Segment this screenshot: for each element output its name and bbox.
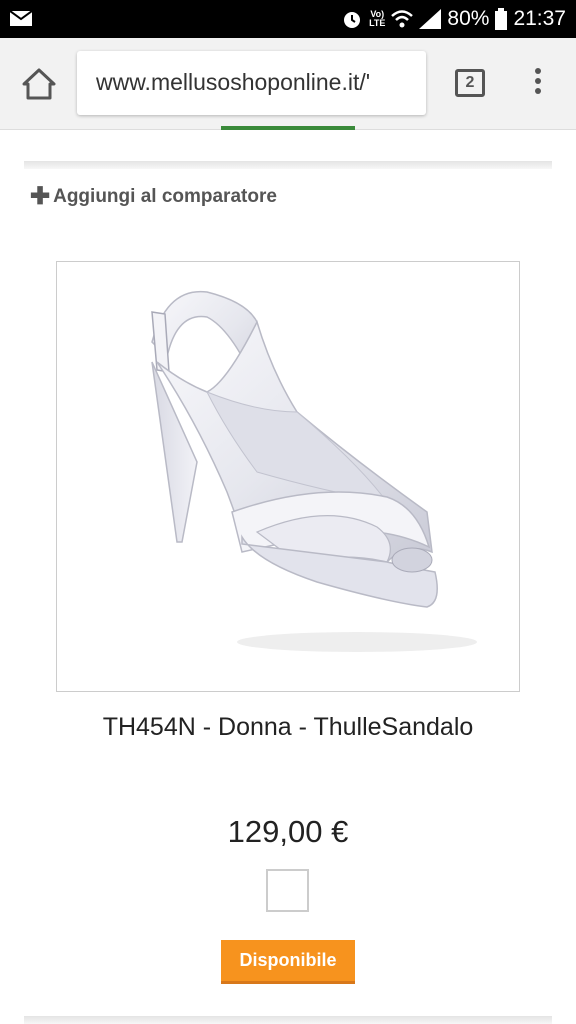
compare-label: Aggiungi al comparatore [53,186,277,207]
tab-switcher-button[interactable]: 2 [455,69,485,97]
availability-badge: Disponibile [221,940,355,984]
volte-indicator: Vo) LTE [369,9,386,28]
sandal-shoe-image [151,290,477,652]
battery-icon [495,8,508,30]
tab-count: 2 [465,74,475,91]
home-icon[interactable] [22,68,56,100]
product-image[interactable] [56,261,520,692]
add-to-compare-link[interactable]: ✚ Aggiungi al comparatore [30,183,277,210]
overflow-menu-icon[interactable] [533,68,543,98]
section-divider [24,161,552,169]
status-icons: Vo) LTE 80% 21:37 [341,6,566,32]
url-bar[interactable]: www.mellusoshoponline.it/' [77,51,426,115]
product-price: 129,00 € [227,814,349,849]
plus-icon: ✚ [30,183,51,210]
status-bar: Vo) LTE 80% 21:37 [0,0,576,38]
bottom-divider [24,1016,552,1024]
compare-checkbox[interactable] [266,869,309,912]
signal-icon [419,9,442,29]
clock: 21:37 [513,7,566,30]
mail-icon [10,11,32,26]
green-button-edge [221,126,355,130]
alarm-icon [344,12,361,28]
product-title[interactable]: TH454N - Donna - ThulleSandalo [0,713,576,742]
battery-percent: 80% [447,7,490,30]
url-text: www.mellusoshoponline.it/' [96,69,371,95]
browser-toolbar: www.mellusoshoponline.it/' 2 [0,38,576,130]
wifi-icon [391,10,414,28]
